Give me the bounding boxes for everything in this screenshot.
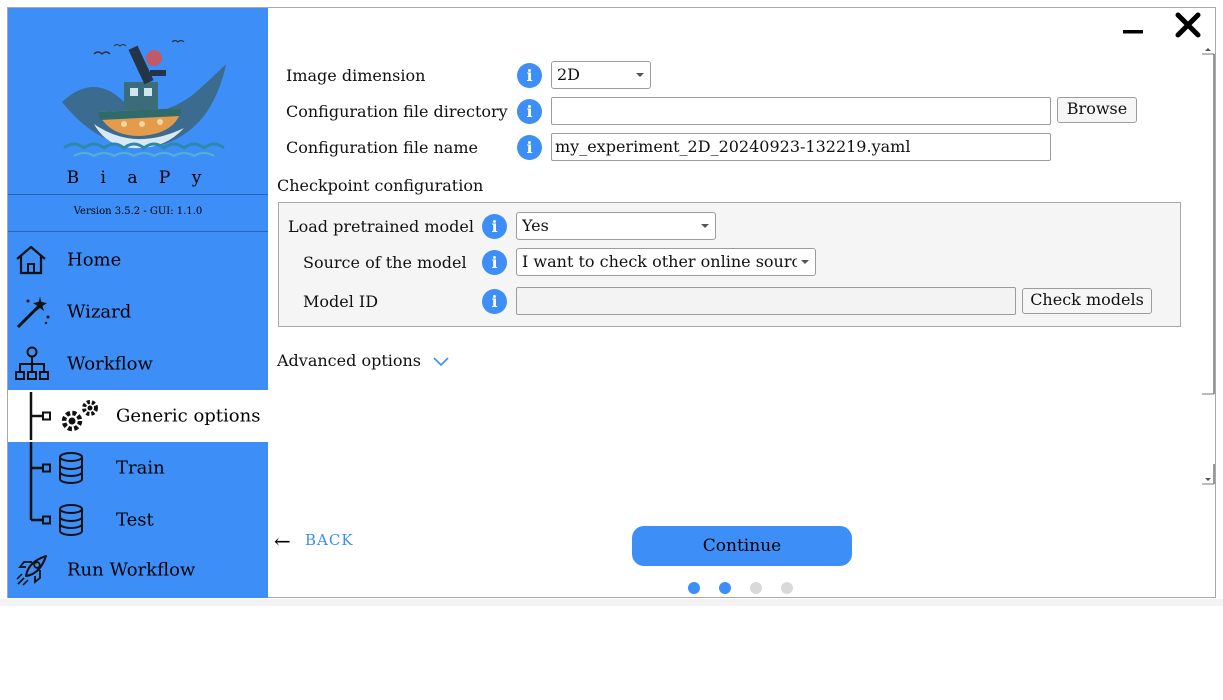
info-icon[interactable]: i <box>517 99 542 124</box>
gears-icon <box>61 400 98 432</box>
check-models-button[interactable]: Check models <box>1022 288 1152 314</box>
version-label: Version 3.5.2 - GUI: 1.1.0 <box>73 206 203 217</box>
advanced-options-toggle[interactable]: Advanced options <box>277 351 421 370</box>
info-icon[interactable]: i <box>517 63 542 88</box>
back-label: BACK <box>305 531 354 549</box>
step-dot <box>781 582 793 594</box>
chevron-down-icon[interactable] <box>432 355 450 367</box>
vertical-scrollbar[interactable] <box>1200 44 1216 486</box>
info-icon[interactable]: i <box>482 250 507 275</box>
checkpoint-section-title: Checkpoint configuration <box>277 176 484 195</box>
sidebar-item-home[interactable]: Home <box>8 234 268 286</box>
model-id-input[interactable] <box>516 287 1016 315</box>
sidebar-item-label: Home <box>67 249 122 271</box>
minimize-button[interactable] <box>1122 21 1144 34</box>
sidebar-item-workflow[interactable]: Workflow <box>8 338 268 390</box>
database-icon <box>59 504 83 536</box>
continue-button[interactable]: Continue <box>632 526 852 566</box>
model-source-label: Source of the model <box>303 253 467 272</box>
sidebar-item-label: Wizard <box>67 301 132 323</box>
sidebar-item-train[interactable]: Train <box>8 442 268 494</box>
sidebar-item-test[interactable]: Test <box>8 494 268 546</box>
sidebar-item-wizard[interactable]: Wizard <box>8 286 268 338</box>
step-dot <box>719 582 731 594</box>
arrow-left-icon: ← <box>274 529 291 553</box>
sidebar: B i a P y Version 3.5.2 - GUI: 1.1.0 Hom… <box>8 8 268 598</box>
info-icon[interactable]: i <box>482 214 507 239</box>
info-icon[interactable]: i <box>517 135 542 160</box>
advanced-options-label: Advanced options <box>277 351 422 370</box>
dropdown-arrow-icon <box>801 260 809 264</box>
tree-branch-end-icon <box>29 494 51 525</box>
biapy-logo <box>62 39 226 158</box>
sidebar-item-run-workflow[interactable]: Run Workflow <box>8 544 268 596</box>
config-dir-label: Configuration file directory <box>286 102 508 121</box>
sidebar-item-label: Test <box>116 509 154 531</box>
config-name-label: Configuration file name <box>286 138 478 157</box>
sidebar-item-generic-options[interactable]: Generic options <box>8 390 268 442</box>
window-shadow <box>0 599 1223 606</box>
browse-button[interactable]: Browse <box>1057 97 1137 123</box>
sidebar-item-label: Workflow <box>67 353 153 375</box>
tree-branch-icon <box>29 392 51 440</box>
workflow-icon <box>15 346 49 380</box>
model-source-select[interactable]: I want to check other online sources <box>516 248 816 276</box>
tree-branch-icon <box>29 442 51 494</box>
config-name-input[interactable]: my_experiment_2D_20240923-132219.yaml <box>551 133 1051 161</box>
rocket-icon <box>16 555 47 586</box>
home-icon <box>16 245 46 275</box>
load-pretrained-select[interactable]: Yes <box>516 212 716 240</box>
database-icon <box>59 452 83 484</box>
step-dot <box>750 582 762 594</box>
image-dimension-label: Image dimension <box>286 66 426 85</box>
info-icon[interactable]: i <box>482 289 507 314</box>
image-dimension-value: 2D <box>557 65 581 84</box>
sidebar-item-label: Run Workflow <box>67 559 196 581</box>
sidebar-item-label: Train <box>116 457 165 479</box>
image-dimension-select[interactable]: 2D <box>551 61 651 89</box>
scrollbar-graphic <box>1202 48 1215 485</box>
model-id-label: Model ID <box>303 292 379 311</box>
sidebar-item-label: Generic options <box>116 405 261 427</box>
minimize-icon <box>1123 30 1143 34</box>
load-pretrained-label: Load pretrained model <box>288 217 474 236</box>
dropdown-arrow-icon <box>701 224 709 228</box>
brand-name: B i a P y <box>66 168 210 188</box>
step-dot <box>688 582 700 594</box>
sidebar-divider <box>8 231 268 232</box>
magic-wand-icon <box>16 297 50 329</box>
close-button[interactable] <box>1175 12 1201 38</box>
close-icon <box>1175 12 1201 38</box>
dropdown-arrow-icon <box>636 73 644 77</box>
load-pretrained-value: Yes <box>522 216 549 235</box>
config-dir-input[interactable] <box>551 97 1051 125</box>
sidebar-divider <box>8 194 268 195</box>
model-source-value: I want to check other online sources <box>522 252 797 271</box>
back-button[interactable]: ← BACK <box>274 529 353 553</box>
